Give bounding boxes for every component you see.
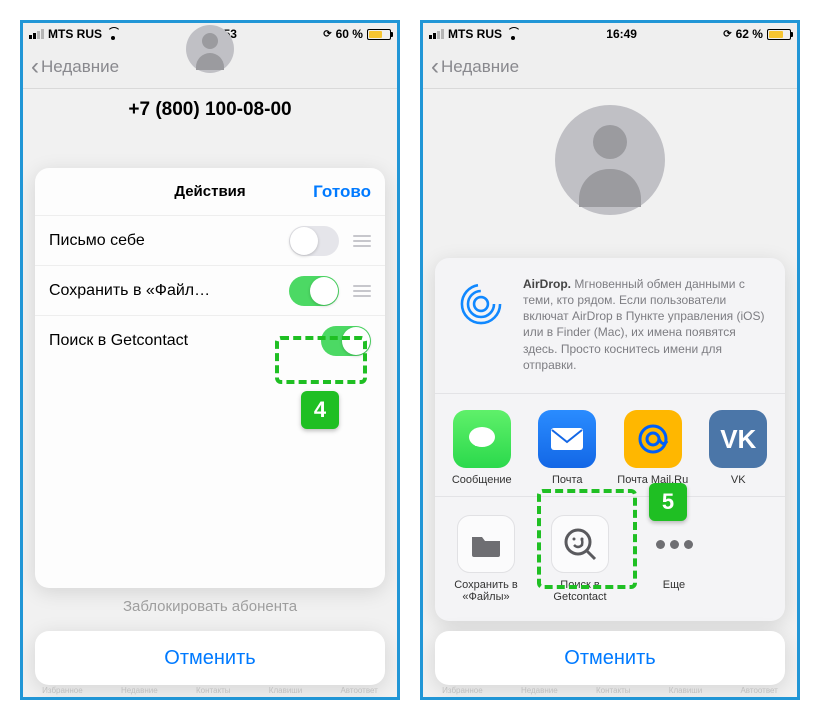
ellipsis-icon xyxy=(656,540,693,549)
tab-ghost: Контакты xyxy=(196,686,231,695)
action-label: Поиск в Getcontact xyxy=(537,579,623,603)
more-icon xyxy=(645,515,703,573)
action-row-save-files: Сохранить в «Файл… xyxy=(35,266,385,316)
folder-icon xyxy=(457,515,515,573)
actions-card: Действия Готово Письмо себе Сохранить в … xyxy=(35,168,385,588)
share-apps-row: Сообщение Почта Почта Mail.Ru xyxy=(435,402,785,492)
share-app-messages[interactable]: Сообщение xyxy=(443,410,521,486)
share-sheet: AirDrop. Мгновенный обмен данными с теми… xyxy=(435,258,785,685)
messages-icon xyxy=(453,410,511,468)
action-label: Поиск в Getcontact xyxy=(49,332,188,350)
action-more[interactable]: Еще xyxy=(631,515,717,603)
action-label: Сохранить в «Файлы» xyxy=(443,579,529,603)
cancel-button[interactable]: Отменить xyxy=(435,631,785,685)
share-card: AirDrop. Мгновенный обмен данными с теми… xyxy=(435,258,785,621)
airdrop-row: AirDrop. Мгновенный обмен данными с теми… xyxy=(435,276,785,389)
share-actions-row: Сохранить в «Файлы» Поиск в Getcontact Е… xyxy=(435,505,785,609)
screenshots-container: MTS RUS 16:53 ⟳ 60 % ‹ Недавние +7 (800)… xyxy=(0,0,838,720)
tabbar-ghost: Избранное Недавние Контакты Клавиши Авто… xyxy=(423,683,797,697)
app-label: VK xyxy=(700,474,778,486)
done-button[interactable]: Готово xyxy=(313,182,371,202)
app-label: Сообщение xyxy=(443,474,521,486)
action-label: Сохранить в «Файл… xyxy=(49,282,210,300)
phone-right: MTS RUS 16:49 ⟳ 62 % ‹ Недавние xyxy=(420,20,800,700)
tab-ghost: Избранное xyxy=(42,686,83,695)
tab-ghost: Недавние xyxy=(121,686,158,695)
toggle-getcontact[interactable] xyxy=(321,326,371,356)
toggle-email-self[interactable] xyxy=(289,226,339,256)
action-save-to-files[interactable]: Сохранить в «Файлы» xyxy=(443,515,529,603)
tab-ghost: Недавние xyxy=(521,686,558,695)
vk-icon: VK xyxy=(709,410,767,468)
action-getcontact-search[interactable]: Поиск в Getcontact xyxy=(537,515,623,603)
tab-ghost: Клавиши xyxy=(269,686,302,695)
tab-ghost: Избранное xyxy=(442,686,483,695)
reorder-handle-icon[interactable] xyxy=(353,235,371,247)
app-label: Почта xyxy=(529,474,607,486)
divider xyxy=(435,393,785,394)
sheet-header: Действия Готово xyxy=(35,168,385,216)
airdrop-body: Мгновенный обмен данными с теми, кто ряд… xyxy=(523,277,765,372)
airdrop-title: AirDrop. xyxy=(523,277,571,291)
divider xyxy=(435,496,785,497)
actions-sheet: Действия Готово Письмо себе Сохранить в … xyxy=(35,168,385,685)
blocked-caller-hint: Заблокировать абонента xyxy=(35,598,385,621)
tab-ghost: Автоответ xyxy=(340,686,377,695)
action-label: Письмо себе xyxy=(49,232,145,250)
getcontact-search-icon xyxy=(551,515,609,573)
action-row-getcontact: Поиск в Getcontact xyxy=(35,316,385,366)
toggle-save-files[interactable] xyxy=(289,276,339,306)
app-label: Почта Mail.Ru xyxy=(614,474,692,486)
share-app-mailru[interactable]: Почта Mail.Ru xyxy=(614,410,692,486)
share-app-vk[interactable]: VK VK xyxy=(700,410,778,486)
share-app-mail[interactable]: Почта xyxy=(529,410,607,486)
tabbar-ghost: Избранное Недавние Контакты Клавиши Авто… xyxy=(23,683,397,697)
airdrop-description: AirDrop. Мгновенный обмен данными с теми… xyxy=(523,276,767,373)
mailru-icon xyxy=(624,410,682,468)
cancel-button[interactable]: Отменить xyxy=(35,631,385,685)
reorder-handle-icon[interactable] xyxy=(353,285,371,297)
tab-ghost: Автоответ xyxy=(740,686,777,695)
sheet-title: Действия xyxy=(174,183,245,200)
tab-ghost: Контакты xyxy=(596,686,631,695)
airdrop-icon[interactable] xyxy=(453,276,509,332)
tab-ghost: Клавиши xyxy=(669,686,702,695)
action-row-email-self: Письмо себе xyxy=(35,216,385,266)
action-label: Еще xyxy=(631,579,717,591)
mail-icon xyxy=(538,410,596,468)
phone-left: MTS RUS 16:53 ⟳ 60 % ‹ Недавние +7 (800)… xyxy=(20,20,400,700)
